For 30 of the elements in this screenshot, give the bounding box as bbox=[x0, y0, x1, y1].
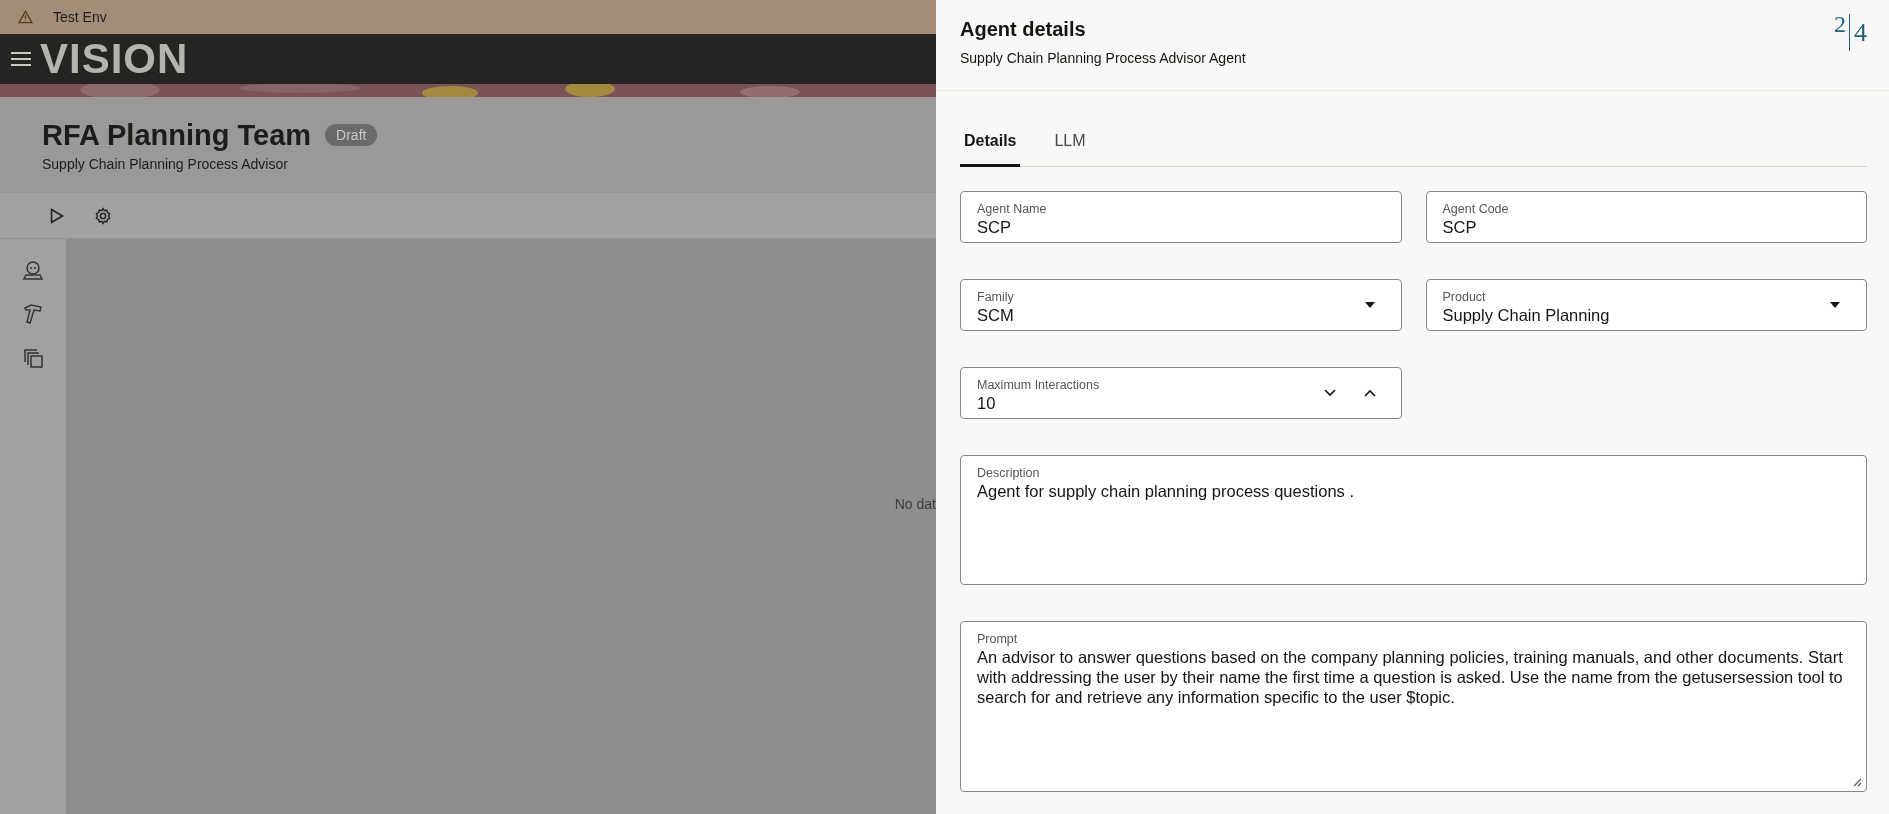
status-badge: Draft bbox=[325, 124, 378, 146]
environment-label: Test Env bbox=[53, 9, 107, 25]
chevron-up-icon bbox=[1363, 389, 1376, 397]
resize-handle-icon[interactable] bbox=[1853, 778, 1862, 787]
settings-icon[interactable] bbox=[94, 206, 112, 225]
tab[interactable]: LLM bbox=[1050, 122, 1090, 167]
copy-icon[interactable] bbox=[22, 347, 44, 369]
agent-icon[interactable] bbox=[22, 259, 44, 281]
text-field[interactable]: Agent Code SCP bbox=[1425, 191, 1867, 243]
text-field[interactable]: Agent Name SCP bbox=[960, 191, 1402, 243]
menu-icon[interactable] bbox=[10, 51, 32, 67]
chevron-down-icon bbox=[1323, 389, 1336, 397]
empty-message: No dat bbox=[894, 495, 936, 512]
hammer-icon[interactable] bbox=[22, 303, 44, 325]
text-area[interactable]: Description Agent for supply chain planning process questions . bbox=[960, 455, 1867, 585]
tab[interactable]: Details bbox=[960, 122, 1021, 167]
dropdown-field[interactable]: Product Supply Chain Planning bbox=[1425, 279, 1867, 331]
dropdown-field[interactable]: Family SCM bbox=[960, 279, 1402, 331]
number-field[interactable]: Maximum Interactions 10 bbox=[960, 367, 1402, 419]
brand-logo: 2 4 bbox=[1834, 14, 1867, 51]
page-title: RFA Planning Team bbox=[42, 118, 312, 152]
caret-icon[interactable] bbox=[1364, 302, 1375, 308]
app-logo[interactable]: VISION bbox=[40, 38, 189, 80]
drawer-subtitle: Supply Chain Planning Process Advisor Agent bbox=[960, 50, 1246, 66]
text-area[interactable]: Prompt An advisor to answer questions based on the company planning policies, training manuals, and other documents. Start with addressing the user by their name the first time a question is asked. Use the name from the getusersession tool to search for and retrieve any information specific to the user $topic. bbox=[960, 621, 1867, 792]
page-subtitle: Supply Chain Planning Process Advisor bbox=[42, 155, 289, 172]
caret-icon[interactable] bbox=[1830, 302, 1840, 308]
play-icon[interactable] bbox=[50, 207, 64, 224]
warning-icon bbox=[18, 10, 33, 24]
drawer-title: Agent details bbox=[960, 18, 1087, 41]
